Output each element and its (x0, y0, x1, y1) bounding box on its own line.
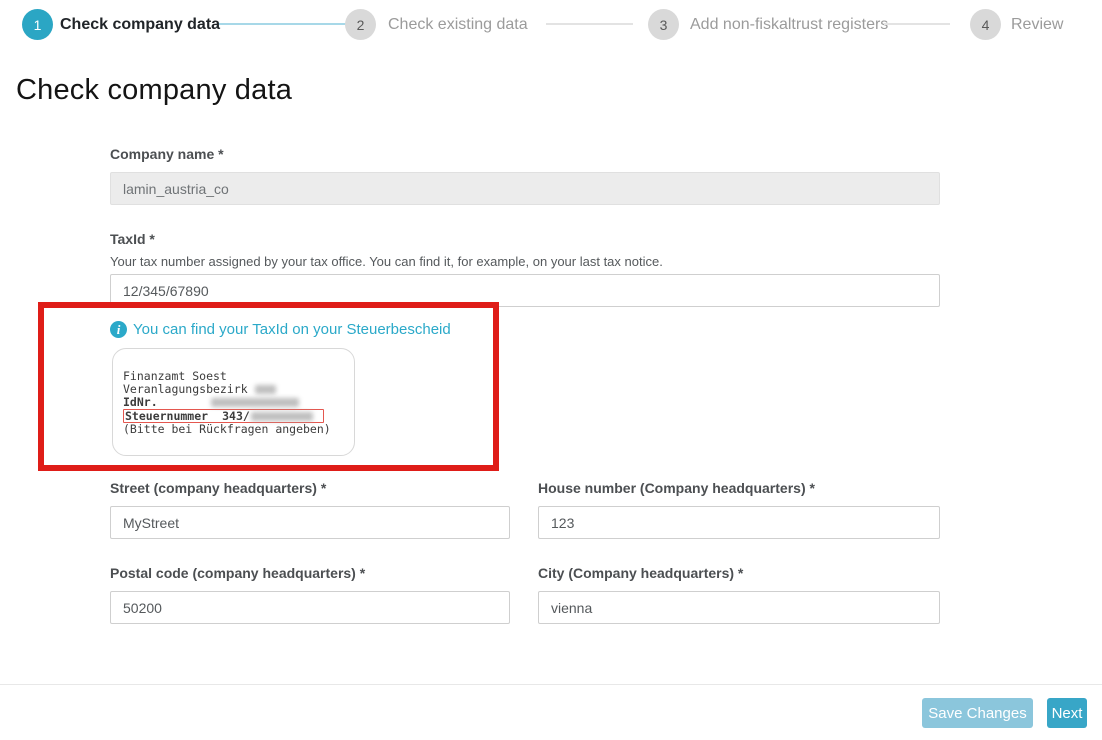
steuernummer-highlight-box: Steuernummer 343/ (123, 409, 324, 423)
step-connector-1 (219, 23, 346, 25)
step-3-indicator[interactable]: 3 (648, 9, 679, 40)
blurred-value (251, 412, 313, 421)
postal-code-input[interactable] (110, 591, 510, 624)
company-name-label: Company name * (110, 146, 224, 162)
footer-divider (0, 684, 1102, 685)
step-connector-2 (546, 23, 633, 25)
house-number-label: House number (Company headquarters) * (538, 480, 815, 496)
street-label: Street (company headquarters) * (110, 480, 326, 496)
step-1-indicator[interactable]: 1 (22, 9, 53, 40)
save-changes-button[interactable]: Save Changes (922, 698, 1033, 728)
blurred-value (255, 385, 276, 394)
doc-line-steuernummer: Steuernummer 343/ (123, 409, 354, 423)
taxid-hint-text: You can find your TaxId on your Steuerbe… (133, 321, 451, 338)
step-4-indicator[interactable]: 4 (970, 9, 1001, 40)
page-title: Check company data (16, 74, 292, 107)
step-3-label[interactable]: Add non-fiskaltrust registers (690, 16, 888, 34)
step-1-label[interactable]: Check company data (60, 16, 220, 34)
step-4-label[interactable]: Review (1011, 16, 1063, 34)
postal-code-label: Postal code (company headquarters) * (110, 565, 365, 581)
taxid-hint-row: i You can find your TaxId on your Steuer… (110, 321, 451, 338)
step-2-label[interactable]: Check existing data (388, 16, 528, 34)
step-connector-3 (884, 23, 950, 25)
info-icon: i (110, 321, 127, 338)
house-number-input[interactable] (538, 506, 940, 539)
city-input[interactable] (538, 591, 940, 624)
taxid-input[interactable] (110, 274, 940, 307)
company-name-input[interactable] (110, 172, 940, 205)
city-label: City (Company headquarters) * (538, 565, 743, 581)
step-2-indicator[interactable]: 2 (345, 9, 376, 40)
doc-line-idnr: IdNr. (123, 396, 354, 409)
doc-line-veranlagungsbezirk: Veranlagungsbezirk (123, 383, 354, 396)
blurred-value (211, 398, 299, 407)
taxid-label: TaxId * (110, 231, 155, 247)
next-button[interactable]: Next (1047, 698, 1087, 728)
doc-line-bitte: (Bitte bei Rückfragen angeben) (123, 423, 354, 436)
taxid-help-text: Your tax number assigned by your tax off… (110, 254, 663, 269)
steuerbescheid-sample-image: Finanzamt Soest Veranlagungsbezirk IdNr.… (112, 348, 355, 456)
street-input[interactable] (110, 506, 510, 539)
